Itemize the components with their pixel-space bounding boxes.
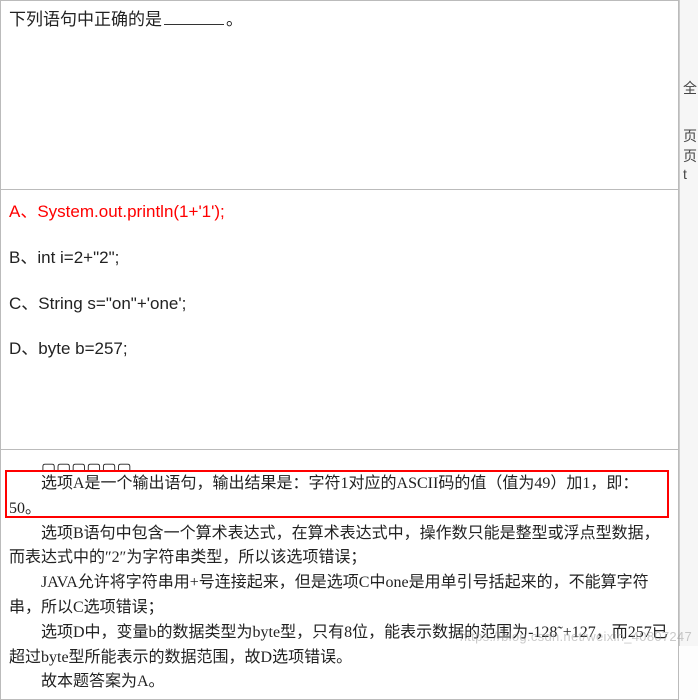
explanation-p2: 选项B语句中包含一个算术表达式，在算术表达式中，操作数只能是整型或浮点型数据，而… (9, 522, 670, 572)
option-c: C、String s="on"+'one'; (9, 292, 670, 316)
question-stem-prefix: 下列语句中正确的是 (9, 10, 162, 29)
explanation-p5: 故本题答案为A。 (9, 670, 670, 695)
sidebar-text-4: t (680, 166, 698, 182)
sidebar-text-1: 全 (680, 78, 698, 98)
option-b: B、int i=2+"2"; (9, 246, 670, 270)
explanation-panel: ▢▢▢▢▢▢ 选项A是一个输出语句，输出结果是：字符1对应的ASCII码的值（值… (0, 450, 679, 700)
explanation-p1: 选项A是一个输出语句，输出结果是：字符1对应的ASCII码的值（值为49）加1，… (9, 472, 670, 522)
explanation-truncated-line: ▢▢▢▢▢▢ (41, 458, 670, 472)
answer-blank (164, 8, 224, 25)
sidebar-text-3: 页 (680, 146, 698, 166)
option-a: A、System.out.println(1+'1'); (9, 200, 670, 224)
explanation-p3: JAVA允许将字符串用+号连接起来，但是选项C中one是用单引号括起来的，不能算… (9, 571, 670, 621)
right-sidebar: 全 页 页 t (679, 0, 698, 646)
question-stem-suffix: 。 (226, 10, 243, 29)
options-panel: A、System.out.println(1+'1'); B、int i=2+"… (0, 190, 679, 450)
option-d: D、byte b=257; (9, 337, 670, 361)
watermark: https://blog.csdn.net/weixin_40807247 (460, 629, 692, 644)
sidebar-text-2: 页 (680, 126, 698, 146)
question-panel: 下列语句中正确的是 。 (0, 0, 679, 190)
